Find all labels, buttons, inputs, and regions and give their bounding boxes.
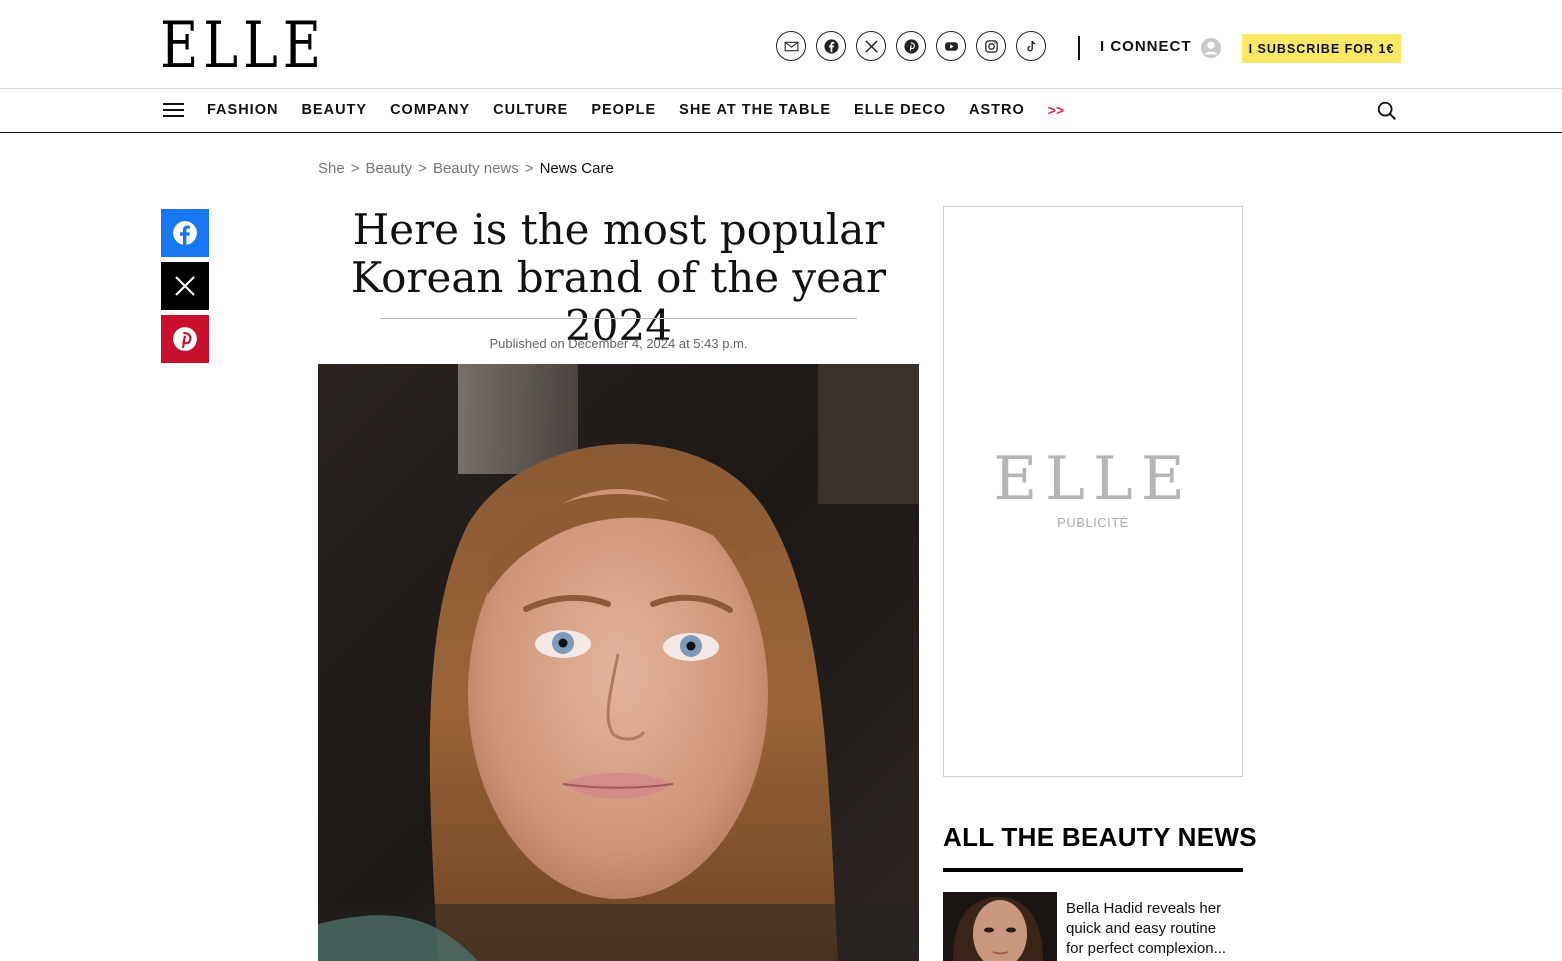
breadcrumb-beauty[interactable]: Beauty: [365, 160, 412, 177]
nav-item-astro[interactable]: ASTRO: [969, 102, 1025, 118]
breadcrumb-separator: >: [418, 160, 427, 177]
elle-logo[interactable]: ELLE: [160, 14, 321, 78]
ad-banner[interactable]: ELLE PUBLICITÉ: [943, 206, 1243, 777]
breadcrumb-separator: >: [524, 160, 534, 177]
facebook-icon[interactable]: [816, 31, 846, 61]
connect-link[interactable]: I CONNECT: [1100, 38, 1192, 55]
subscribe-button[interactable]: I SUBSCRIBE FOR 1€: [1242, 34, 1401, 63]
header-divider: [1078, 36, 1080, 60]
nav-item-elle-deco[interactable]: ELLE DECO: [854, 102, 946, 118]
published-date: Published on December 4, 2024 at 5:43 p.…: [489, 336, 748, 351]
article-title: Here is the most popular Korean brand of…: [350, 205, 887, 350]
instagram-icon[interactable]: [976, 31, 1006, 61]
news-thumbnail[interactable]: [943, 892, 1057, 961]
facebook-icon: [173, 221, 197, 245]
nav-item-fashion[interactable]: FASHION: [207, 102, 278, 118]
beauty-news-divider: [943, 868, 1243, 872]
news-thumbnail-image: [943, 892, 1057, 961]
tiktok-icon[interactable]: [1016, 31, 1046, 61]
search-icon[interactable]: [1376, 100, 1398, 122]
nav-item-culture[interactable]: CULTURE: [493, 102, 568, 118]
nav-item-company[interactable]: COMPANY: [390, 102, 470, 118]
breadcrumb-separator: >: [350, 160, 360, 177]
share-facebook-button[interactable]: [161, 209, 209, 257]
top-bar: ELLE I CONNECT I SUBSCRIBE FOR 1€: [0, 0, 1562, 88]
x-icon[interactable]: [856, 31, 886, 61]
nav-items: FASHION BEAUTY COMPANY CULTURE PEOPLE SH…: [207, 102, 1064, 118]
menu-icon[interactable]: [163, 103, 184, 119]
model-portrait: [318, 364, 919, 961]
newsletter-icon[interactable]: [776, 31, 806, 61]
breadcrumb-beauty-news[interactable]: Beauty news: [433, 160, 519, 177]
nav-more-link[interactable]: >>: [1048, 102, 1064, 118]
nav-item-she-at-the-table[interactable]: SHE AT THE TABLE: [679, 102, 831, 118]
beauty-news-heading: ALL THE BEAUTY NEWS: [943, 822, 1257, 852]
nav-item-people[interactable]: PEOPLE: [591, 102, 656, 118]
ad-logo: ELLE: [993, 444, 1193, 514]
breadcrumb: She > Beauty > Beauty news > News Care: [318, 160, 614, 177]
social-links: [776, 31, 1046, 61]
youtube-icon[interactable]: [936, 31, 966, 61]
user-icon[interactable]: [1200, 37, 1222, 59]
main-nav: FASHION BEAUTY COMPANY CULTURE PEOPLE SH…: [0, 88, 1562, 133]
nav-item-beauty[interactable]: BEAUTY: [301, 102, 367, 118]
news-item-title[interactable]: Bella Hadid reveals her quick and easy r…: [1066, 899, 1236, 959]
share-bar: [161, 209, 209, 368]
title-divider: [380, 318, 857, 319]
breadcrumb-she[interactable]: She: [318, 160, 345, 177]
ad-label: PUBLICITÉ: [1057, 515, 1129, 530]
share-pinterest-button[interactable]: [161, 315, 209, 363]
x-icon: [175, 276, 195, 296]
hero-image[interactable]: [318, 364, 919, 961]
pinterest-icon[interactable]: [896, 31, 926, 61]
share-x-button[interactable]: [161, 262, 209, 310]
breadcrumb-news-care[interactable]: News Care: [540, 160, 614, 177]
pinterest-icon: [173, 327, 197, 351]
